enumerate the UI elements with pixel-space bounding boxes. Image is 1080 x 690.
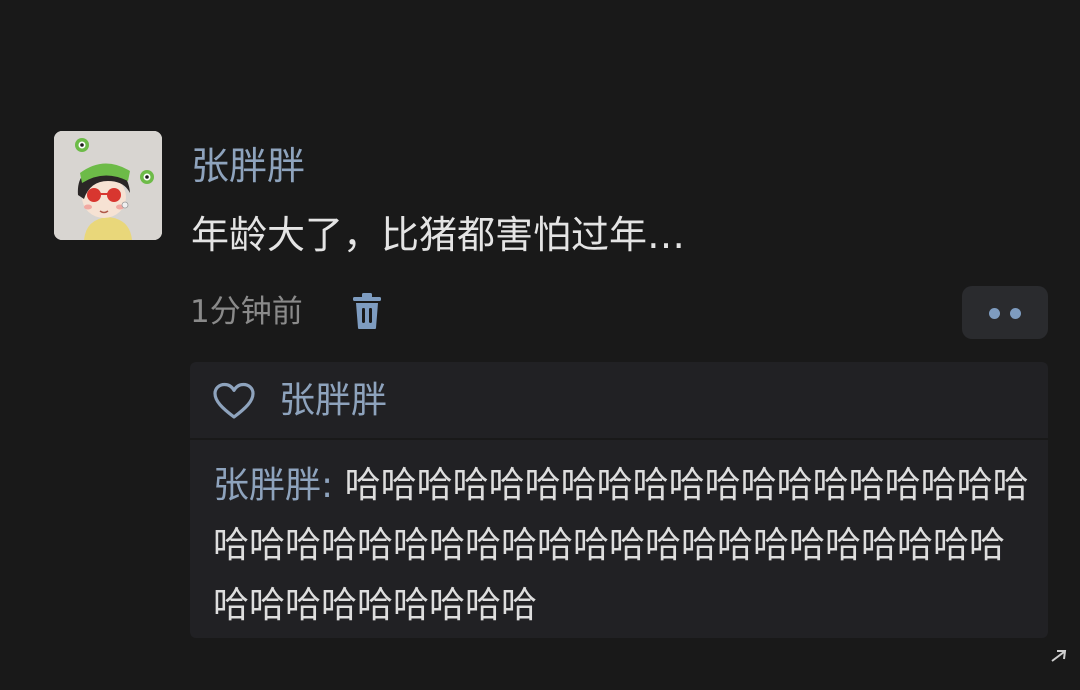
comment-author[interactable]: 张胖胖	[213, 465, 321, 506]
post-author-name[interactable]: 张胖胖	[191, 141, 305, 191]
more-dot	[989, 308, 1000, 319]
likes-row: 张胖胖	[190, 362, 1048, 438]
comment-item[interactable]: 张胖胖: 哈哈哈哈哈哈哈哈哈哈哈哈哈哈哈哈哈哈哈哈哈哈哈哈哈哈哈哈哈哈哈哈哈哈哈…	[213, 456, 1033, 636]
avatar-illustration	[54, 131, 162, 240]
post-text: 年龄大了，比猪都害怕过年…	[191, 213, 686, 257]
post-timestamp: 1分钟前	[190, 294, 303, 330]
avatar[interactable]	[54, 131, 162, 240]
trash-icon[interactable]	[351, 292, 383, 330]
divider	[190, 438, 1048, 440]
more-dots-icon[interactable]	[962, 286, 1048, 339]
comment-text: 哈哈哈哈哈哈哈哈哈哈哈哈哈哈哈哈哈哈哈哈哈哈哈哈哈哈哈哈哈哈哈哈哈哈哈哈哈哈哈哈…	[213, 465, 1029, 626]
more-dot	[1010, 308, 1021, 319]
like-user-name[interactable]: 张胖胖	[279, 376, 387, 426]
comment-separator: :	[321, 465, 334, 506]
corner-arrow-icon	[1050, 648, 1068, 662]
moments-post-screen: 张胖胖 年龄大了，比猪都害怕过年… 1分钟前 张胖胖 张胖胖: 哈哈哈哈哈哈哈哈…	[0, 0, 1080, 690]
likes-and-comments-panel: 张胖胖 张胖胖: 哈哈哈哈哈哈哈哈哈哈哈哈哈哈哈哈哈哈哈哈哈哈哈哈哈哈哈哈哈哈哈…	[190, 362, 1048, 638]
heart-icon	[212, 382, 256, 420]
